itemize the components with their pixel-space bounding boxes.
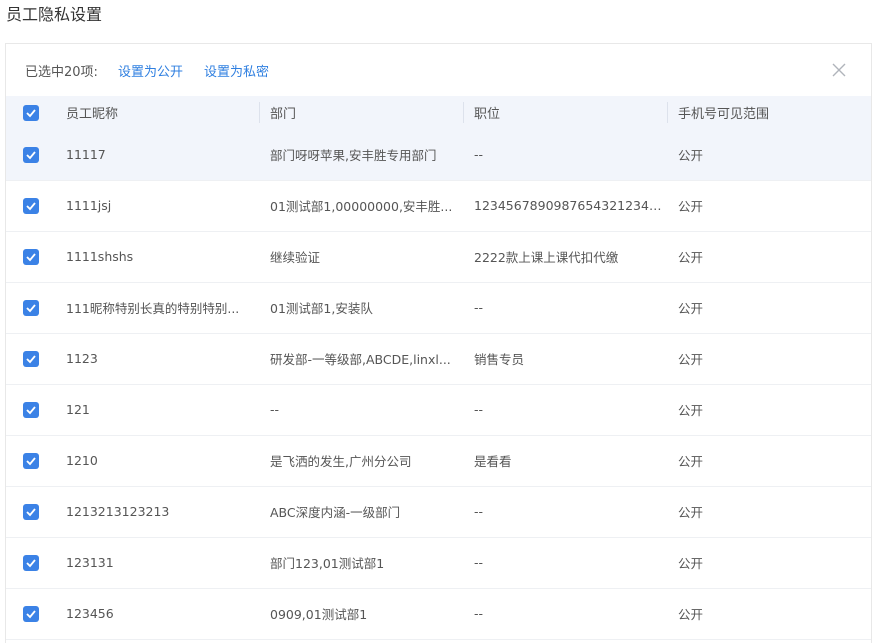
row-checkbox-cell [6,180,56,231]
table-row[interactable]: 1213213123213 ABC深度内涵-一级部门 -- 公开 [6,486,871,537]
select-all-checkbox[interactable] [23,104,39,121]
set-public-link[interactable]: 设置为公开 [118,61,183,80]
row-checkbox-cell [6,282,56,333]
cell-position: -- [474,402,484,417]
row-checkbox[interactable] [23,452,39,469]
cell-dept: 01测试部1,安装队 [270,301,373,316]
row-checkbox[interactable] [23,605,39,622]
cell-position: 销售专员 [474,352,525,367]
cell-position: -- [474,555,484,570]
cell-position: -- [474,606,484,621]
close-icon[interactable] [831,62,847,78]
cell-name: 1213213123213 [66,504,170,519]
table-row[interactable]: 11117 部门呀呀苹果,安丰胜专用部门 -- 公开 [6,129,871,180]
cell-name: 1111shshs [66,249,134,264]
row-checkbox-cell [6,537,56,588]
cell-dept: 继续验证 [270,250,321,265]
row-checkbox-cell [6,129,56,180]
cell-name: 111昵称特别长真的特别特别... [66,301,240,316]
cell-phone-scope: 公开 [678,403,704,418]
cell-position: -- [474,300,484,315]
table-row[interactable]: 111昵称特别长真的特别特别... 01测试部1,安装队 -- 公开 [6,282,871,333]
table-row[interactable]: 121 -- -- 公开 [6,384,871,435]
cell-name: 1111jsj [66,198,112,213]
row-checkbox[interactable] [23,350,39,367]
table-row[interactable]: 123131 部门123,01测试部1 -- 公开 [6,537,871,588]
cell-name: 123131 [66,555,114,570]
cell-position: -- [474,146,484,162]
cell-dept: 部门123,01测试部1 [270,556,385,571]
row-checkbox[interactable] [23,503,39,520]
select-all-cell [6,96,56,129]
cell-dept: -- [270,402,280,417]
cell-phone-scope: 公开 [678,352,704,367]
cell-phone-scope: 公开 [678,147,704,163]
page-title: 员工隐私设置 [6,5,103,24]
set-private-link[interactable]: 设置为私密 [204,61,269,80]
column-header-phone-scope: 手机号可见范围 [678,107,770,122]
row-checkbox[interactable] [23,248,39,265]
privacy-panel: 已选中20项: 设置为公开 设置为私密 员工昵称 部门 职位 手机号可见范围 1… [5,43,872,643]
row-checkbox-cell [6,333,56,384]
cell-phone-scope: 公开 [678,607,704,622]
cell-name: 11117 [66,146,106,162]
row-checkbox[interactable] [23,401,39,418]
row-checkbox[interactable] [23,197,39,214]
employee-table: 员工昵称 部门 职位 手机号可见范围 11117 部门呀呀苹果,安丰胜专用部门 --… [6,96,871,640]
table-row[interactable]: 1123 研发部-一等级部,ABCDE,linxl... 销售专员 公开 [6,333,871,384]
cell-position: 是看看 [474,454,512,469]
column-header-name: 员工昵称 [56,96,260,129]
table-row[interactable]: 123456 0909,01测试部1 -- 公开 [6,588,871,639]
row-checkbox-cell [6,486,56,537]
cell-position: -- [474,504,484,519]
cell-name: 1123 [66,351,98,366]
table-row[interactable]: 1210 是飞洒的发生,广州分公司 是看看 公开 [6,435,871,486]
cell-position: 12345678909876543212345 6... [474,198,668,213]
cell-phone-scope: 公开 [678,199,704,214]
row-checkbox-cell [6,231,56,282]
cell-phone-scope: 公开 [678,556,704,571]
table-body: 11117 部门呀呀苹果,安丰胜专用部门 -- 公开 1111jsj 01测试部1,000… [6,129,871,639]
column-header-position: 职位 [464,96,668,129]
cell-dept: 部门呀呀苹果,安丰胜专用部门 [270,147,437,163]
table-row[interactable]: 1111shshs 继续验证 2222款上课上课代扣代缴 公开 [6,231,871,282]
row-checkbox-cell [6,435,56,486]
selection-toolbar: 已选中20项: 设置为公开 设置为私密 [6,44,871,96]
cell-position: 2222款上课上课代扣代缴 [474,250,619,265]
table-header-row: 员工昵称 部门 职位 手机号可见范围 [6,96,871,129]
row-checkbox-cell [6,384,56,435]
table-row[interactable]: 1111jsj 01测试部1,00000000,安丰胜... 12345678909… [6,180,871,231]
row-checkbox[interactable] [23,146,39,163]
column-header-dept: 部门 [260,96,464,129]
cell-name: 1210 [66,453,98,468]
cell-phone-scope: 公开 [678,250,704,265]
cell-dept: ABC深度内涵-一级部门 [270,505,401,520]
cell-phone-scope: 公开 [678,505,704,520]
row-checkbox[interactable] [23,299,39,316]
row-checkbox-cell [6,588,56,639]
cell-name: 123456 [66,606,114,621]
cell-phone-scope: 公开 [678,454,704,469]
cell-name: 121 [66,402,90,417]
cell-dept: 研发部-一等级部,ABCDE,linxl... [270,352,451,367]
selected-count-text: 已选中20项: [25,64,98,80]
cell-phone-scope: 公开 [678,301,704,316]
cell-dept: 0909,01测试部1 [270,607,368,622]
cell-dept: 是飞洒的发生,广州分公司 [270,454,412,469]
row-checkbox[interactable] [23,554,39,571]
cell-dept: 01测试部1,00000000,安丰胜... [270,199,453,214]
